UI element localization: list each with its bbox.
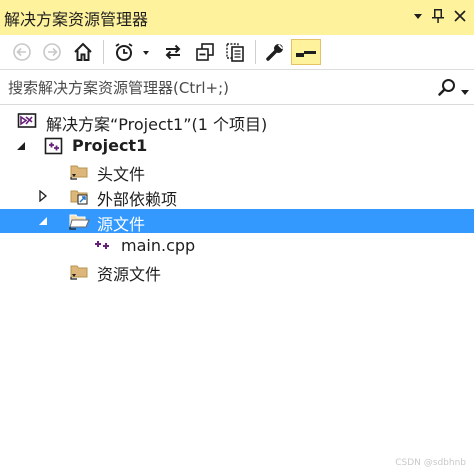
close-button[interactable]	[452, 6, 468, 26]
solution-tree: 解决方案“Project1”(1 个项目) Project1 头文件 外部依赖项…	[0, 106, 474, 474]
pin-icon	[432, 9, 444, 23]
toolbar-separator	[103, 40, 104, 64]
tree-item-label: Project1	[72, 136, 148, 155]
tree-row-resource-files[interactable]: 资源文件	[0, 259, 474, 284]
back-button[interactable]	[10, 39, 34, 65]
forward-button[interactable]	[40, 39, 64, 65]
tree-item-label: 头文件	[97, 165, 146, 184]
window-menu-button[interactable]	[410, 6, 426, 26]
tree-row-header-files[interactable]: 头文件	[0, 159, 474, 184]
tree-row-solution[interactable]: 解决方案“Project1”(1 个项目)	[0, 109, 474, 134]
solution-explorer-toolbar	[0, 35, 474, 70]
tree-row-main-cpp[interactable]: main.cpp	[0, 234, 474, 258]
filter-folder-icon	[69, 162, 89, 180]
tree-row-external-dependencies[interactable]: 外部依赖项	[0, 184, 474, 209]
tree-item-label: main.cpp	[121, 236, 196, 255]
tree-item-label: 外部依赖项	[97, 190, 178, 209]
search-options-dropdown[interactable]	[460, 82, 470, 101]
dropdown-arrow-icon	[414, 14, 422, 19]
search-icon	[438, 79, 455, 96]
tree-item-label: 源文件	[97, 215, 146, 234]
solution-icon	[17, 112, 37, 130]
search-bar	[0, 71, 474, 105]
tree-item-label: 资源文件	[97, 265, 162, 284]
tree-row-source-files[interactable]: 源文件	[0, 209, 474, 234]
show-all-files-icon	[226, 43, 244, 62]
show-all-files-button[interactable]	[222, 39, 248, 65]
sync-arrows-icon	[165, 44, 181, 60]
forward-arrow-icon	[43, 43, 61, 61]
tree-row-project[interactable]: Project1	[0, 134, 474, 158]
external-deps-icon	[69, 187, 89, 205]
close-icon	[454, 10, 466, 22]
pin-button[interactable]	[430, 6, 446, 26]
home-icon	[74, 42, 92, 61]
sync-with-active-document-button[interactable]	[160, 39, 186, 65]
collapsed-arrow-icon[interactable]	[37, 188, 49, 204]
search-button[interactable]	[437, 78, 457, 102]
filter-folder-icon	[69, 262, 89, 280]
search-input[interactable]	[8, 77, 428, 99]
cpp-file-icon	[94, 237, 114, 255]
toolbar-separator	[255, 40, 256, 64]
properties-button[interactable]	[262, 39, 288, 65]
expanded-arrow-icon[interactable]	[15, 138, 27, 154]
back-arrow-icon	[13, 43, 31, 61]
collapse-all-icon	[196, 43, 214, 61]
collapse-all-button[interactable]	[192, 39, 218, 65]
tree-item-label: 解决方案“Project1”(1 个项目)	[46, 115, 268, 134]
cpp-project-icon	[44, 137, 64, 155]
tool-window-title-bar: 解决方案资源管理器	[0, 0, 474, 35]
preview-selected-items-button[interactable]	[291, 39, 321, 65]
dropdown-arrow-icon	[461, 90, 469, 95]
preview-icon	[296, 51, 316, 57]
watermark: CSDN @sdbhnb	[395, 458, 466, 468]
clock-filter-icon	[115, 43, 149, 61]
wrench-icon	[266, 44, 284, 61]
filter-folder-open-icon	[68, 212, 90, 230]
pending-changes-filter-button[interactable]	[112, 39, 152, 65]
expanded-arrow-icon[interactable]	[37, 213, 49, 229]
home-button[interactable]	[70, 39, 96, 65]
window-title: 解决方案资源管理器	[4, 10, 149, 29]
